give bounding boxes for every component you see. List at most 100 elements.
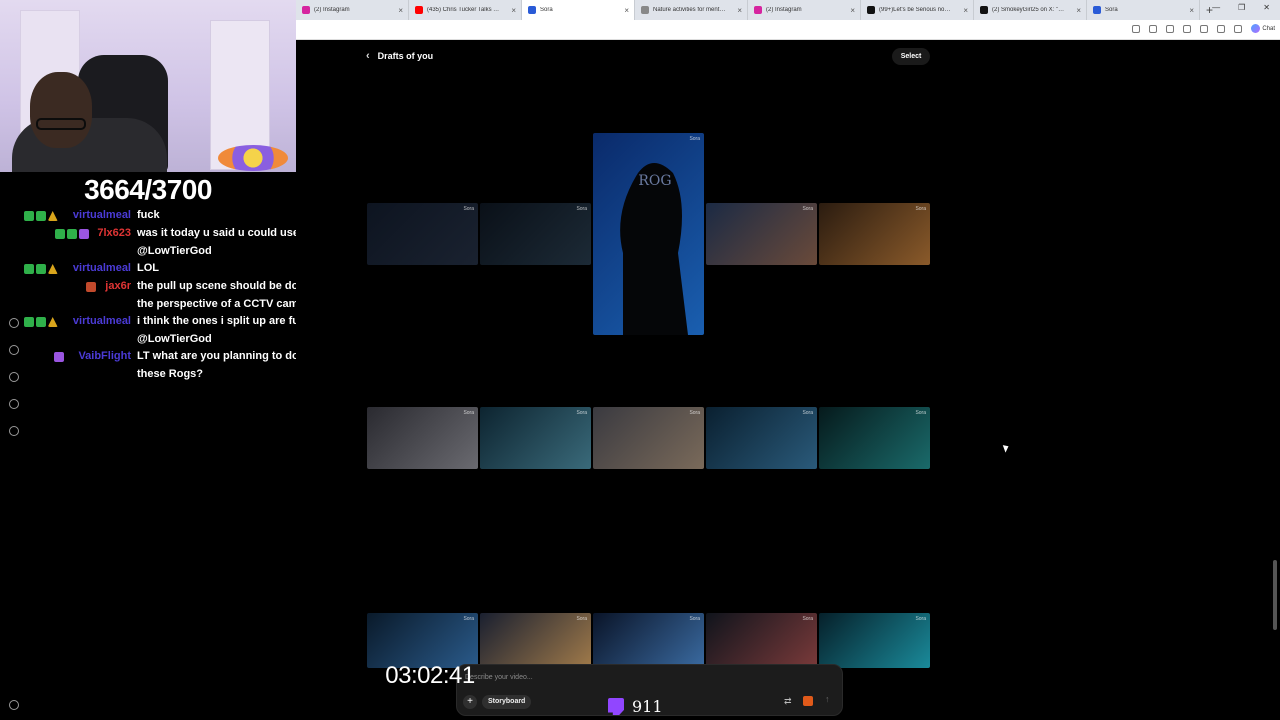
video-thumbnail[interactable]: Sora (593, 613, 704, 668)
close-icon[interactable]: × (511, 6, 516, 15)
video-thumbnail[interactable]: Sora (480, 613, 591, 668)
twitch-icon (608, 698, 624, 715)
select-button[interactable]: Select (892, 48, 930, 65)
video-thumbnail[interactable]: Sora (706, 407, 817, 469)
hooded-figure: ROG (620, 163, 688, 335)
stream-overlay: 3664/3700 virtualmeal fuck 7lx623 was it to… (0, 0, 341, 720)
search-icon[interactable] (9, 345, 19, 355)
chat-username[interactable]: 7lx623 (97, 225, 131, 243)
chat-username[interactable]: virtualmeal (73, 260, 131, 278)
chat-username[interactable]: virtualmeal (73, 313, 131, 331)
profile-icon[interactable] (1234, 25, 1242, 33)
close-icon[interactable]: × (1189, 6, 1194, 15)
chat-username[interactable]: jax6r (105, 278, 131, 296)
browser-tab[interactable]: Sora × (522, 0, 635, 20)
chat-username[interactable]: VaibFlight (78, 348, 131, 366)
storyboard-button[interactable]: Storyboard (482, 695, 532, 709)
video-thumbnail[interactable]: Sora (367, 407, 478, 469)
toolbar-icons (1132, 25, 1242, 33)
close-icon[interactable]: × (624, 6, 629, 15)
tab-favicon-icon (980, 6, 988, 14)
browser-tab[interactable]: (435) Chris Tucker Talks Travelin × (409, 0, 522, 20)
badge-icon (47, 317, 58, 327)
viewer-count: 911 (608, 697, 663, 716)
tab-favicon-icon (415, 6, 423, 14)
copilot-icon (1251, 24, 1261, 33)
address-bar: Chat (296, 20, 1280, 40)
translate-icon[interactable] (1132, 25, 1140, 33)
points-icon[interactable] (9, 426, 19, 436)
settings-icon[interactable] (9, 700, 19, 710)
presets-icon[interactable] (803, 696, 813, 706)
extensions-icon[interactable] (1200, 25, 1208, 33)
video-thumbnail[interactable]: Sora (819, 407, 930, 469)
video-thumbnail[interactable]: Sora (706, 613, 817, 668)
collections-icon[interactable] (1217, 25, 1225, 33)
video-thumbnail[interactable]: Sora ROG (593, 133, 704, 335)
browser-tab[interactable]: Sora × (1087, 0, 1200, 20)
scrollbar[interactable] (1273, 560, 1277, 630)
tab-favicon-icon (754, 6, 762, 14)
close-icon[interactable]: × (398, 6, 403, 15)
submit-arrow-icon[interactable]: ↑ (825, 694, 830, 704)
tab-title: (99+)Let's be Serious now | Sign (879, 7, 953, 13)
video-thumbnail[interactable]: Sora (593, 407, 704, 469)
stream-timer: 03:02:41 (385, 662, 475, 689)
minimize-icon[interactable]: — (1212, 3, 1220, 12)
sora-watermark: Sora (689, 616, 700, 622)
badge-icon (85, 282, 96, 292)
badge-icon (23, 264, 34, 274)
video-thumbnail[interactable]: Sora (367, 613, 478, 668)
trophy-icon[interactable] (9, 372, 19, 382)
sora-watermark: Sora (689, 410, 700, 416)
bell-icon[interactable] (9, 399, 19, 409)
back-button[interactable]: ‹ Drafts of you (366, 50, 433, 62)
tab-title: Nature activities for mental hea (653, 7, 727, 13)
video-thumbnail[interactable]: Sora (480, 407, 591, 469)
video-thumbnail[interactable]: Sora (480, 203, 591, 265)
sub-goal-counter: 3664/3700 (84, 174, 212, 205)
add-media-button[interactable]: + (463, 695, 477, 709)
browser-tab-strip: (2) Instagram × (435) Chris Tucker Talks T… (296, 0, 1280, 20)
close-icon[interactable]: × (850, 6, 855, 15)
tab-favicon-icon (867, 6, 875, 14)
browser-tab[interactable]: Nature activities for mental hea × (635, 0, 748, 20)
emote-icon[interactable] (9, 318, 19, 328)
maximize-icon[interactable]: ❐ (1238, 3, 1245, 12)
chevron-left-icon: ‹ (366, 50, 370, 62)
chat-side-icons (9, 318, 19, 436)
close-icon[interactable]: × (963, 6, 968, 15)
close-window-icon[interactable]: ✕ (1263, 3, 1270, 12)
badge-icon (54, 352, 64, 362)
settings-sliders-icon[interactable]: ⇄ (784, 696, 792, 707)
tab-favicon-icon (1093, 6, 1101, 14)
video-thumbnail[interactable]: Sora (706, 203, 817, 265)
reader-icon[interactable] (1149, 25, 1157, 33)
tab-title: (435) Chris Tucker Talks Travelin (427, 7, 501, 13)
browser-tab[interactable]: (2) Instagram × (748, 0, 861, 20)
browser-tab[interactable]: (2) Instagram × (296, 0, 409, 20)
close-icon[interactable]: × (737, 6, 742, 15)
sora-watermark: Sora (802, 410, 813, 416)
badge-icon (35, 317, 46, 327)
copilot-chat-button[interactable]: Chat (1251, 24, 1275, 33)
sora-drafts-page: ‹ Drafts of you Select Sora Sora Sora ROG So… (296, 40, 1280, 720)
tab-favicon-icon (641, 6, 649, 14)
close-icon[interactable]: × (1076, 6, 1081, 15)
sora-watermark: Sora (463, 410, 474, 416)
browser-tab[interactable]: (99+)Let's be Serious now | Sign × (861, 0, 974, 20)
refresh-icon[interactable] (1183, 25, 1191, 33)
tab-title: (2) Instagram (766, 7, 802, 13)
badge-icon (79, 229, 90, 239)
chat-badges (85, 282, 96, 292)
video-thumbnail[interactable]: Sora (367, 203, 478, 265)
chat-username[interactable]: virtualmeal (73, 207, 131, 225)
browser-tab[interactable]: (2) SmokeyGirl25 on X: "Love a × (974, 0, 1087, 20)
favorite-icon[interactable] (1166, 25, 1174, 33)
video-thumbnail[interactable]: Sora (819, 203, 930, 265)
rug (218, 145, 288, 171)
badge-icon (55, 229, 66, 239)
video-thumbnail[interactable]: Sora (819, 613, 930, 668)
badge-icon (67, 229, 78, 239)
tab-title: Sora (540, 7, 553, 13)
